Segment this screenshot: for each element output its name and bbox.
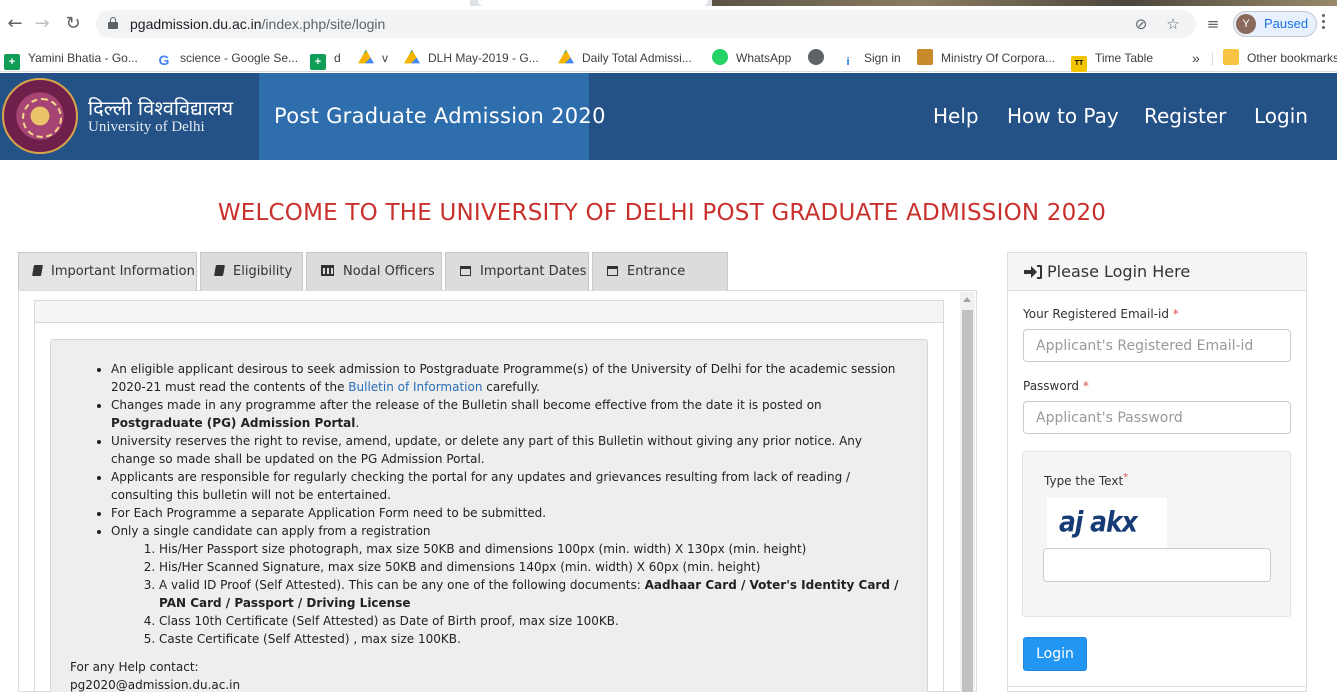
bookmark-dlh[interactable]: DLH May-2019 - G... — [404, 49, 539, 67]
plus-icon: + — [310, 54, 326, 70]
list-item: Changes made in any programme after the … — [111, 396, 901, 432]
list-item: Class 10th Certificate (Self Attested) a… — [159, 612, 901, 630]
lock-icon[interactable] — [108, 17, 118, 29]
eye-off-icon[interactable]: ⊘ — [1132, 15, 1150, 33]
back-icon[interactable]: ← — [4, 13, 26, 35]
drive-icon — [558, 49, 574, 64]
captcha-label: Type the Text* — [1044, 472, 1129, 488]
door-icon — [1037, 265, 1042, 279]
email-field[interactable] — [1023, 329, 1291, 362]
portal-title: Post Graduate Admission 2020 — [274, 104, 606, 128]
avatar: Y — [1236, 14, 1256, 34]
captcha-input[interactable] — [1043, 548, 1271, 582]
list-item: His/Her Scanned Signature, max size 50KB… — [159, 558, 901, 576]
list-item: His/Her Passport size photograph, max si… — [159, 540, 901, 558]
list-item: Only a single candidate can apply from a… — [111, 522, 901, 648]
bookmark-science[interactable]: Gscience - Google Se... — [156, 49, 299, 68]
tab-eligibility[interactable]: Eligibility — [200, 252, 303, 291]
plus-icon: + — [4, 54, 20, 70]
login-button[interactable]: Login — [1023, 637, 1087, 671]
emblem-icon — [917, 49, 933, 65]
welcome-heading: WELCOME TO THE UNIVERSITY OF DELHI POST … — [217, 200, 1107, 226]
help-label: For any Help contact: — [70, 660, 199, 674]
university-name-hindi[interactable]: दिल्ली विश्वविद्यालय — [88, 94, 233, 121]
list-item: Caste Certificate (Self Attested) , max … — [159, 630, 901, 648]
whatsapp-icon — [712, 49, 728, 65]
scrollbar-thumb[interactable] — [962, 310, 973, 692]
bookmark-daily-total[interactable]: Daily Total Admissi... — [558, 49, 692, 67]
university-seal-logo[interactable] — [2, 78, 78, 154]
bookmark-whatsapp[interactable]: WhatsApp — [712, 49, 791, 67]
scroll-up-icon[interactable] — [963, 297, 971, 302]
drive-icon — [404, 49, 420, 64]
star-icon[interactable]: ☆ — [1164, 15, 1182, 33]
login-title: Please Login Here — [1047, 262, 1191, 281]
list-item: An eligible applicant desirous to seek a… — [111, 360, 901, 396]
list-item: University reserves the right to revise,… — [111, 432, 901, 468]
password-label: Password * — [1023, 379, 1089, 393]
content-scrollbar[interactable] — [960, 292, 975, 692]
list-item: A valid ID Proof (Self Attested). This c… — [159, 576, 901, 612]
profile-status: Paused — [1264, 16, 1309, 31]
captcha-image: aj akx — [1047, 498, 1167, 548]
bookmarks-overflow-icon[interactable]: » — [1192, 49, 1200, 67]
address-bar[interactable]: pgadmission.du.ac.in/index.php/site/logi… — [96, 10, 1196, 38]
document-requirements-list: His/Her Passport size photograph, max si… — [159, 540, 901, 648]
nav-login[interactable]: Login — [1254, 104, 1308, 128]
tab-entrance-dates[interactable]: Entrance Dates — [592, 252, 728, 316]
nav-how-to-pay[interactable]: How to Pay — [1007, 104, 1119, 128]
bookmark-v[interactable]: v — [358, 49, 388, 67]
bookmark-globe[interactable] — [808, 49, 832, 67]
captcha-text: aj akx — [1059, 504, 1138, 539]
calendar-icon — [607, 266, 618, 276]
bookmark-time-table[interactable]: TT Time Table — [1071, 49, 1153, 72]
bookmarks-bar: + Yamini Bhatia - Go... Gscience - Google… — [0, 44, 1337, 72]
book-icon — [32, 265, 43, 276]
globe-icon — [808, 49, 824, 65]
book-icon — [214, 265, 225, 276]
bookmarks-divider — [1212, 52, 1213, 66]
tab-important-dates[interactable]: Important Dates — [445, 252, 589, 291]
browser-tab-background — [712, 0, 1337, 6]
bookmark-other[interactable]: Other bookmarks — [1223, 49, 1337, 67]
list-item: Applicants are responsible for regularly… — [111, 468, 901, 504]
university-name-english[interactable]: University of Delhi — [88, 119, 205, 136]
browser-tab-active[interactable] — [0, 0, 470, 6]
folder-icon — [1223, 49, 1239, 65]
password-field[interactable] — [1023, 401, 1291, 434]
help-contact: For any Help contact: pg2020@admission.d… — [70, 658, 240, 694]
calendar-icon — [460, 266, 471, 276]
sign-in-icon — [1024, 266, 1038, 278]
info-list: An eligible applicant desirous to seek a… — [111, 360, 901, 648]
bulletin-link[interactable]: Bulletin of Information — [348, 380, 482, 394]
timetable-icon: TT — [1071, 56, 1087, 72]
important-information-box: An eligible applicant desirous to seek a… — [50, 339, 928, 692]
browser-tab[interactable] — [478, 0, 708, 6]
drive-icon — [358, 49, 374, 64]
media-queue-icon[interactable]: ≡ — [1204, 15, 1222, 33]
nav-help[interactable]: Help — [933, 104, 979, 128]
bookmark-ministry[interactable]: Ministry Of Corpora... — [917, 49, 1055, 67]
forward-icon[interactable]: → — [31, 13, 53, 35]
login-panel-header: Please Login Here — [1007, 252, 1307, 291]
sign-in-icon: i — [846, 56, 850, 68]
menu-icon[interactable] — [1322, 14, 1326, 34]
help-email[interactable]: pg2020@admission.du.ac.in — [70, 676, 240, 694]
google-icon: G — [158, 52, 170, 68]
login-panel-divider — [1008, 686, 1306, 687]
info-panel-header — [34, 300, 944, 323]
nav-register[interactable]: Register — [1144, 104, 1226, 128]
list-item: For Each Programme a separate Applicatio… — [111, 504, 901, 522]
url-text[interactable]: pgadmission.du.ac.in/index.php/site/logi… — [130, 16, 385, 32]
tab-strip — [0, 0, 1337, 6]
tab-important-information[interactable]: Important Information — [18, 252, 197, 291]
bookmark-yamini[interactable]: + Yamini Bhatia - Go... — [4, 49, 138, 70]
reload-icon[interactable]: ↻ — [62, 13, 84, 35]
profile-button[interactable]: Y Paused — [1233, 11, 1317, 37]
bookmark-sign-in[interactable]: i Sign in — [840, 49, 900, 68]
bank-icon — [321, 265, 334, 276]
bookmark-d[interactable]: + d — [310, 49, 341, 70]
email-label: Your Registered Email-id * — [1023, 307, 1179, 321]
tab-nodal-officers[interactable]: Nodal Officers — [306, 252, 442, 291]
